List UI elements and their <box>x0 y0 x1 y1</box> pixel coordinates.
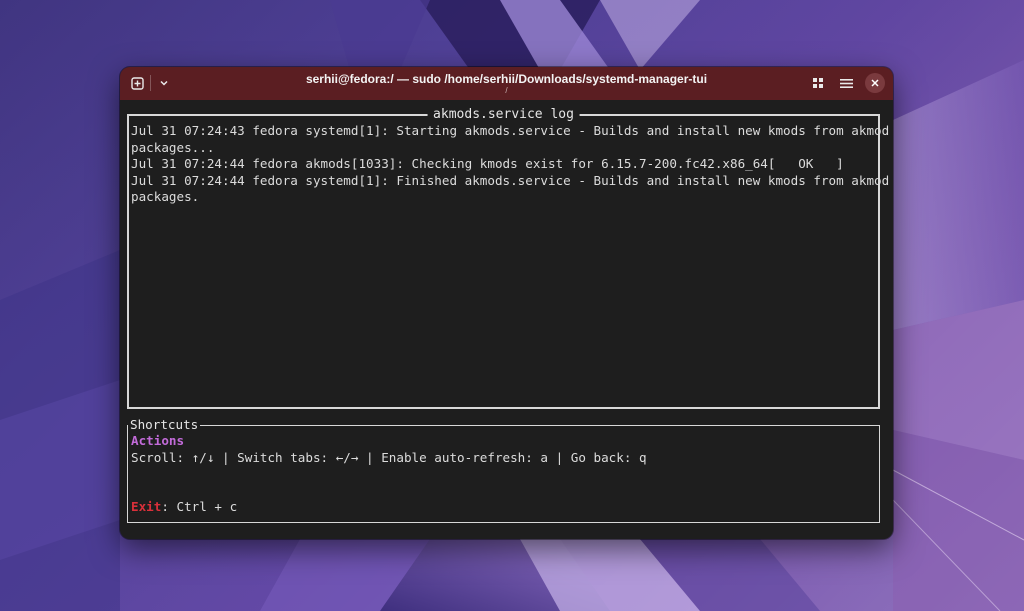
close-button[interactable] <box>865 73 885 93</box>
title-bar[interactable]: serhii@fedora:/ — sudo /home/serhii/Down… <box>120 67 893 100</box>
exit-label: Exit <box>131 499 162 514</box>
log-panel[interactable]: akmods.service log Jul 31 07:24:43 fedor… <box>127 107 890 409</box>
log-panel-title: akmods.service log <box>427 107 580 123</box>
log-line: Jul 31 07:24:43 fedora systemd[1]: Start… <box>131 123 890 138</box>
main-menu-button[interactable] <box>837 74 855 92</box>
shortcuts-panel: Shortcuts Actions Scroll: ↑/↓ | Switch t… <box>127 417 880 523</box>
window-subtitle: / <box>505 86 508 95</box>
window-title: serhii@fedora:/ — sudo /home/serhii/Down… <box>305 72 708 86</box>
title-bar-right-controls <box>809 73 885 93</box>
actions-shortcuts-line: Scroll: ↑/↓ | Switch tabs: ←/→ | Enable … <box>131 449 647 465</box>
shortcuts-content: Actions Scroll: ↑/↓ | Switch tabs: ←/→ |… <box>131 433 877 516</box>
actions-heading: Actions <box>131 433 185 448</box>
log-line: packages... <box>131 139 215 155</box>
close-icon <box>871 79 879 87</box>
shortcuts-panel-title: Shortcuts <box>128 417 201 433</box>
exit-shortcut-line: Exit: Ctrl + c <box>131 499 877 516</box>
exit-shortcut-keys: : Ctrl + c <box>161 499 238 514</box>
log-line: Jul 31 07:24:44 fedora akmods[1033]: Che… <box>131 156 844 171</box>
terminal-window: serhii@fedora:/ — sudo /home/serhii/Down… <box>120 67 893 539</box>
grid-view-button[interactable] <box>809 74 827 92</box>
grid-view-icon <box>813 78 823 88</box>
hamburger-menu-icon <box>839 78 853 88</box>
log-line: Jul 31 07:24:44 fedora systemd[1]: Finis… <box>131 172 890 188</box>
log-line: packages. <box>131 189 200 204</box>
terminal-area[interactable]: akmods.service log Jul 31 07:24:43 fedor… <box>120 100 893 539</box>
log-lines: Jul 31 07:24:43 fedora systemd[1]: Start… <box>131 123 890 206</box>
